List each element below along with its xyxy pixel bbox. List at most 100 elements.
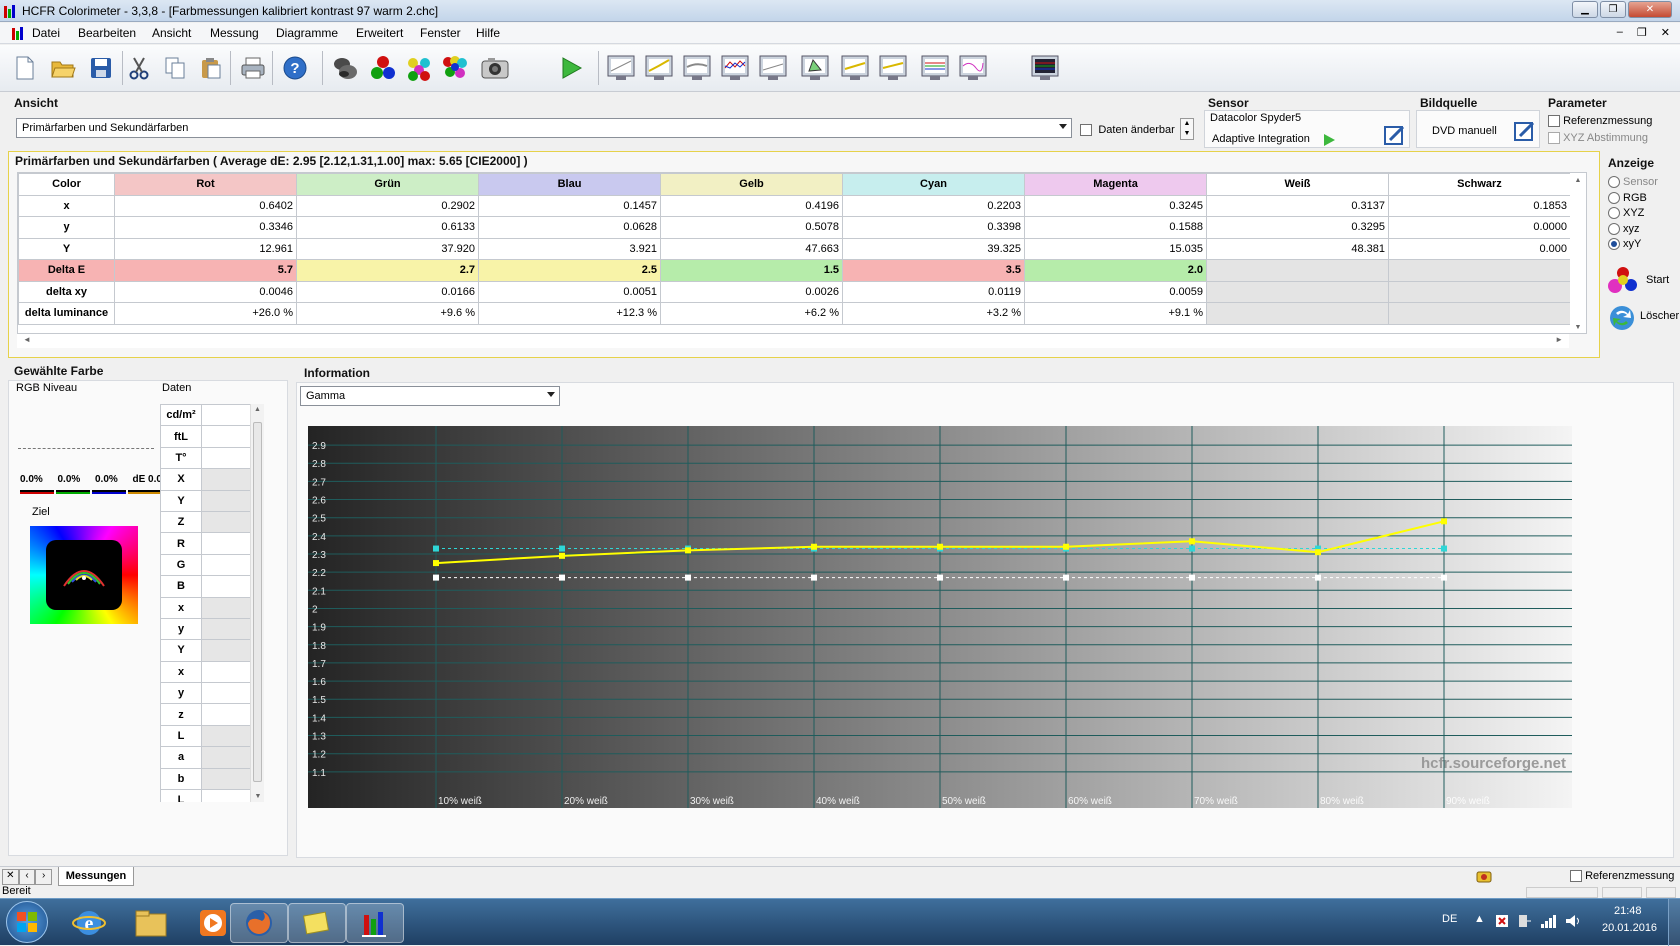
data-row-value[interactable] <box>201 532 253 555</box>
table-cell[interactable]: +9.6 % <box>296 302 479 325</box>
table-cell[interactable]: 0.0166 <box>296 280 479 303</box>
maximize-button[interactable]: ❐ <box>1600 1 1626 18</box>
table-cell[interactable] <box>1206 280 1389 303</box>
table-cell[interactable] <box>1206 259 1389 282</box>
data-row-value[interactable] <box>201 617 253 641</box>
clock-time[interactable]: 21:48 <box>1614 905 1642 917</box>
table-cell[interactable] <box>1388 280 1571 303</box>
column-header-gruen[interactable]: Grün <box>296 173 479 196</box>
title-bar[interactable]: HCFR Colorimeter - 3,3,8 - [Farbmessunge… <box>0 0 1680 22</box>
mdi-minimize-button[interactable]: – <box>1617 26 1623 39</box>
menu-hilfe[interactable]: Hilfe <box>476 26 500 40</box>
print-icon[interactable] <box>236 51 270 85</box>
firefox-icon[interactable] <box>230 903 288 943</box>
editable-checkbox[interactable]: Daten änderbar <box>1080 122 1175 136</box>
table-cell[interactable]: +6.2 % <box>660 302 843 325</box>
menu-diagramme[interactable]: Diagramme <box>276 26 338 40</box>
camera-icon[interactable] <box>478 51 512 85</box>
column-header-blau[interactable]: Blau <box>478 173 661 196</box>
chart-screen-4-icon[interactable] <box>718 51 752 85</box>
close-button[interactable]: ✕ <box>1628 1 1672 18</box>
table-cell[interactable]: 3.5 <box>842 259 1025 282</box>
data-row-value[interactable] <box>201 468 253 491</box>
table-cell[interactable] <box>1206 302 1389 325</box>
table-cell[interactable]: 37.920 <box>296 237 479 260</box>
xyz-abstimmung-checkbox[interactable]: XYZ Abstimmung <box>1548 132 1648 145</box>
table-cell[interactable]: 0.1588 <box>1024 216 1207 239</box>
source-edit-icon[interactable] <box>1514 120 1536 142</box>
table-cell[interactable]: +12.3 % <box>478 302 661 325</box>
table-cell[interactable]: 0.000 <box>1388 237 1571 260</box>
start-button[interactable] <box>6 901 48 943</box>
table-cell[interactable]: 1.5 <box>660 259 843 282</box>
table-cell[interactable]: 0.0119 <box>842 280 1025 303</box>
chart-screen-9-icon[interactable] <box>1028 51 1062 85</box>
table-cell[interactable]: 0.5078 <box>660 216 843 239</box>
referenz-checkbox[interactable]: Referenzmessung <box>1548 115 1652 128</box>
table-cell[interactable]: 0.2902 <box>296 194 479 217</box>
data-row-value[interactable] <box>201 596 253 619</box>
data-row-value[interactable] <box>201 767 253 791</box>
play-icon[interactable] <box>1322 133 1336 147</box>
all-colors-icon[interactable] <box>438 51 472 85</box>
data-row-value[interactable] <box>201 703 253 726</box>
table-cell[interactable]: 0.6133 <box>296 216 479 239</box>
data-row-value[interactable] <box>201 746 253 769</box>
data-row-value[interactable] <box>201 660 253 684</box>
table-cell[interactable]: 0.0051 <box>478 280 661 303</box>
gamma-chart[interactable]: 2.9 2.8 2.7 2.6 2.5 2.4 2.3 2.2 2.1 2 1.9 1.8 1.7 1.6… <box>308 426 1668 834</box>
chart-screen-5-icon[interactable] <box>756 51 790 85</box>
table-cell[interactable]: 3.921 <box>478 237 661 260</box>
chart-screen-1-icon[interactable] <box>604 51 638 85</box>
table-cell[interactable]: 0.3295 <box>1206 216 1389 239</box>
table-scrollbar[interactable]: ▲ ▼ <box>1570 173 1586 333</box>
cut-icon[interactable] <box>122 51 156 85</box>
view-select[interactable]: Primärfarben und Sekundärfarben <box>16 118 1072 138</box>
action-center-icon[interactable] <box>1494 913 1510 929</box>
column-header[interactable]: Color <box>18 173 115 196</box>
data-row-value[interactable] <box>201 575 253 598</box>
row-header[interactable]: x <box>18 194 115 217</box>
table-hscrollbar[interactable]: ◄ ► <box>17 334 1569 348</box>
table-cell[interactable]: 48.381 <box>1206 237 1389 260</box>
table-cell[interactable]: 0.0628 <box>478 216 661 239</box>
table-cell[interactable]: 2.5 <box>478 259 661 282</box>
anzeige-option-sensor[interactable]: Sensor <box>1608 176 1676 192</box>
data-row-value[interactable] <box>201 724 253 748</box>
copy-icon[interactable] <box>158 51 192 85</box>
table-cell[interactable]: 0.3245 <box>1024 194 1207 217</box>
tab-next-icon[interactable]: › <box>35 869 53 885</box>
data-row-value[interactable] <box>201 425 253 448</box>
data-row-value[interactable] <box>201 789 253 802</box>
data-row-value[interactable] <box>201 446 253 470</box>
start-label[interactable]: Start <box>1646 274 1669 286</box>
table-cell[interactable]: 39.325 <box>842 237 1025 260</box>
column-header-schwarz[interactable]: Schwarz <box>1388 173 1571 196</box>
volume-icon[interactable] <box>1564 913 1582 929</box>
data-row-value[interactable] <box>201 639 253 662</box>
spin-control[interactable]: ▲ ▼ <box>1180 118 1194 140</box>
table-cell[interactable]: 0.3137 <box>1206 194 1389 217</box>
table-cell[interactable]: 0.1853 <box>1388 194 1571 217</box>
table-cell[interactable] <box>1388 302 1571 325</box>
column-header-rot[interactable]: Rot <box>114 173 297 196</box>
column-header-weiss[interactable]: Weiß <box>1206 173 1389 196</box>
data-row-value[interactable] <box>201 553 253 577</box>
notes-icon[interactable] <box>288 903 346 943</box>
data-scrollbar[interactable]: ▲ ▼ <box>250 404 264 802</box>
table-cell[interactable]: 12.961 <box>114 237 297 260</box>
table-cell[interactable]: 0.0046 <box>114 280 297 303</box>
menu-erweitert[interactable]: Erweitert <box>356 26 403 40</box>
menu-datei[interactable]: Datei <box>32 26 60 40</box>
sensor-edit-icon[interactable] <box>1384 124 1406 146</box>
row-header[interactable]: y <box>18 216 115 239</box>
delete-icon[interactable] <box>1606 302 1640 332</box>
paste-icon[interactable] <box>194 51 228 85</box>
minimize-button[interactable]: ▁ <box>1572 1 1598 18</box>
ie-icon[interactable]: e <box>60 903 118 943</box>
table-cell[interactable]: 0.4196 <box>660 194 843 217</box>
start-icon[interactable] <box>1606 266 1640 296</box>
table-cell[interactable]: 5.7 <box>114 259 297 282</box>
row-header[interactable]: Delta E <box>18 259 115 282</box>
table-cell[interactable]: 0.3346 <box>114 216 297 239</box>
